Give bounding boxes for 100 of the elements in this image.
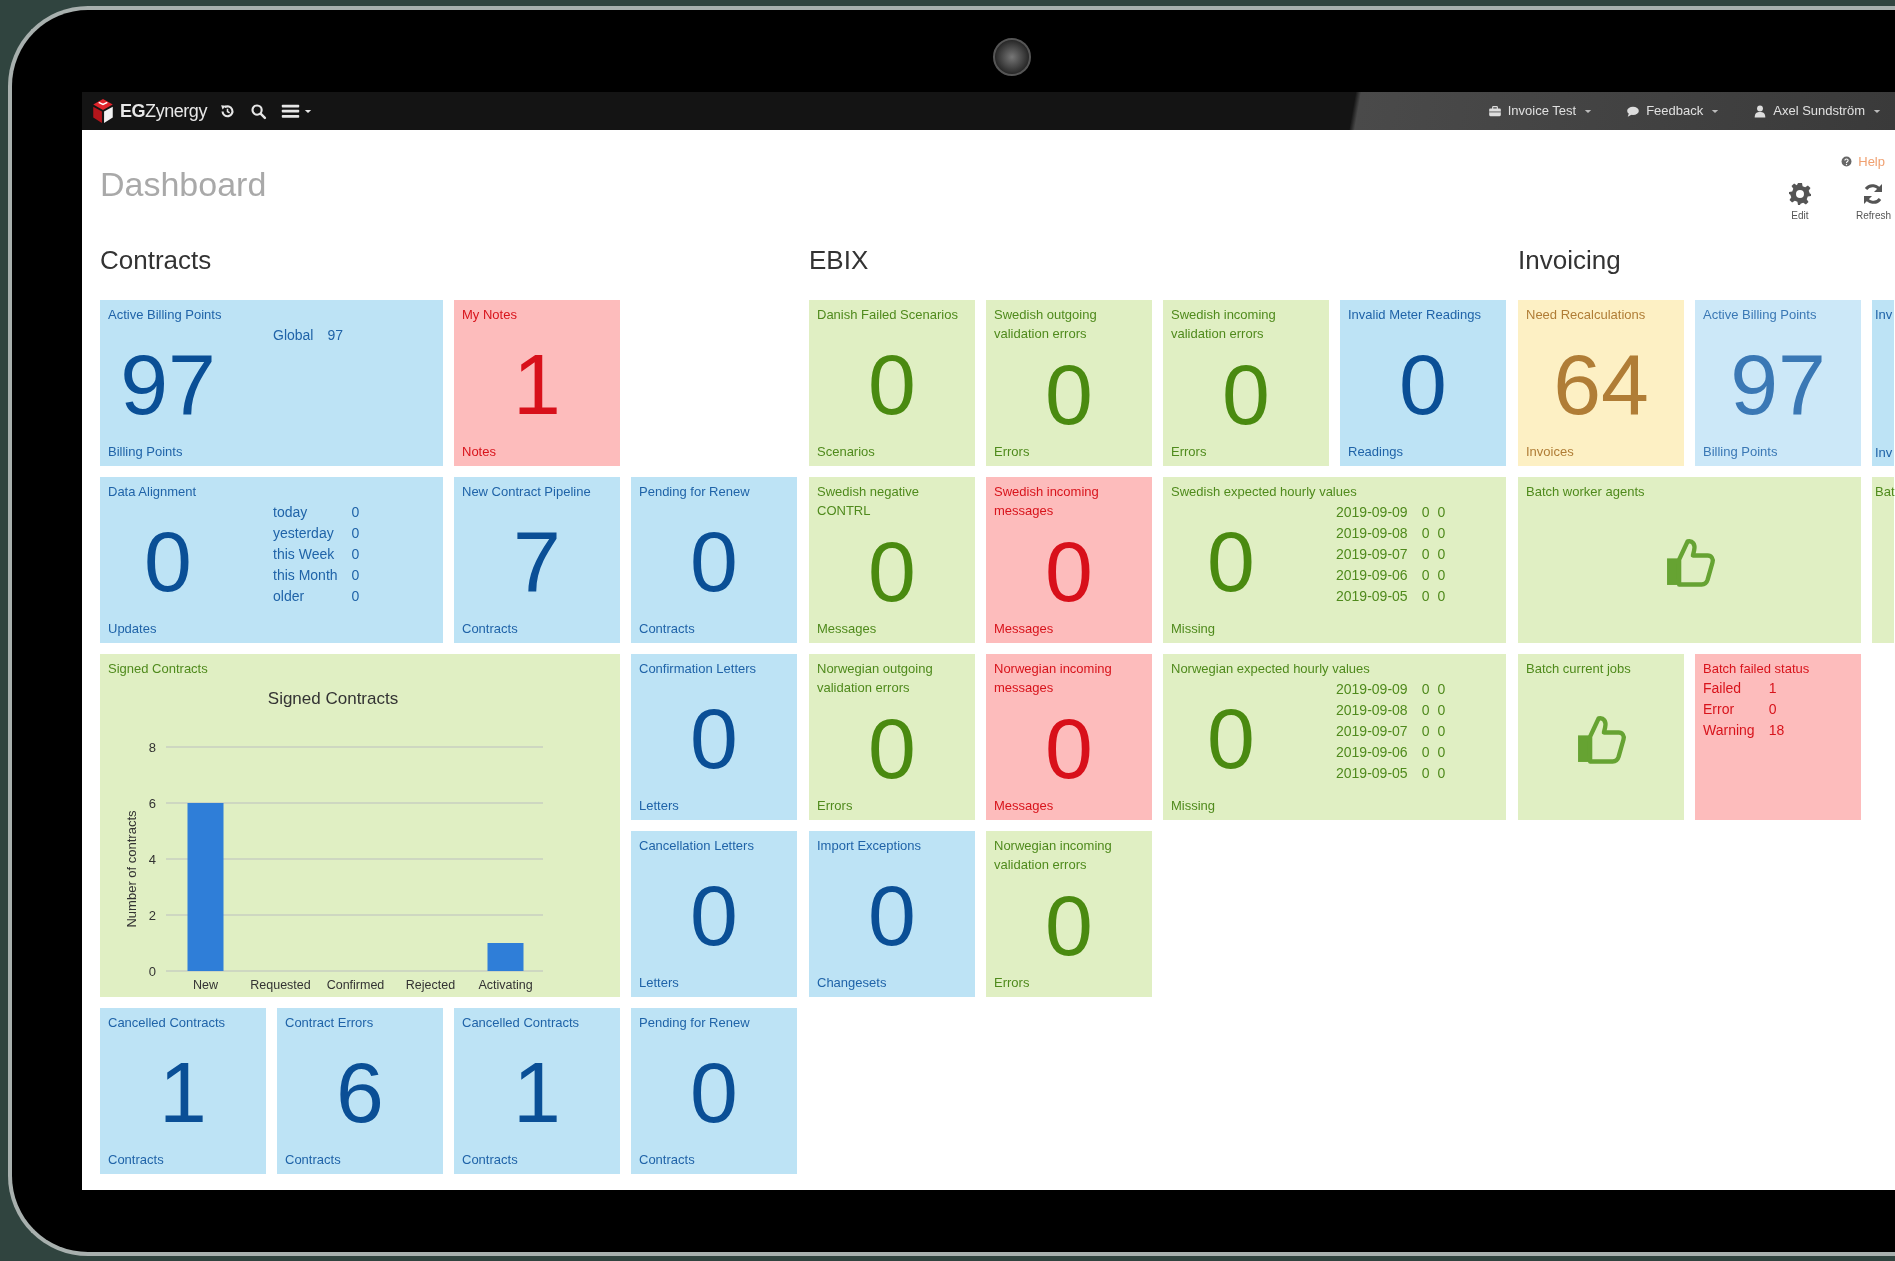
row-value: 0 <box>1437 545 1446 564</box>
axis-category-label: Confirmed <box>326 978 385 992</box>
row-value: 0 <box>1437 587 1446 606</box>
dashboard-tile[interactable]: Cancelled Contracts 1 Contracts <box>454 1008 620 1174</box>
tile-unit: Messages <box>994 798 1055 814</box>
tile-unit: Invoices <box>1526 444 1575 460</box>
dashboard-tile[interactable]: Swedish incoming messages 0 Messages <box>986 477 1152 643</box>
tile-value: 0 <box>690 1047 738 1137</box>
dashboard-tile[interactable]: Norwegian outgoing validation errors 0 Errors <box>809 654 975 820</box>
row-value: 0 <box>1437 764 1446 783</box>
axis-category-label: New <box>193 978 218 992</box>
brand-name[interactable]: EGZynergy <box>120 97 207 125</box>
refresh-button[interactable]: Refresh <box>1856 181 1891 223</box>
dashboard-tile[interactable]: New Contract Pipeline 7 Contracts <box>454 477 620 643</box>
tile-title: My Notes <box>462 306 518 324</box>
tile-value: 0 <box>690 870 738 960</box>
tile-value: 0 <box>1045 525 1093 616</box>
section-heading: EBIX <box>809 244 870 277</box>
tile-title: Swedish expected hourly values <box>1171 483 1358 501</box>
row-label: Warning <box>1703 721 1755 740</box>
dashboard-tile[interactable]: Cancellation Letters 0 Letters <box>631 831 797 997</box>
dashboard-tile[interactable]: Cancelled Contracts 1 Contracts <box>100 1008 266 1174</box>
user-icon <box>1753 104 1768 118</box>
row-value: 0 <box>1421 764 1430 783</box>
row-label: this Month <box>273 566 338 585</box>
dashboard-tile[interactable]: Active Billing Points 97 Billing Points <box>1695 300 1861 466</box>
tile-unit: Updates <box>108 621 158 637</box>
dashboard-tile[interactable]: Need Recalculations 64 Invoices <box>1518 300 1684 466</box>
dashboard-tile[interactable]: Inv Inv <box>1872 300 1894 466</box>
dashboard-tile[interactable]: Norwegian expected hourly values 0 2019-09-09 0 0 2019-09-08 0 0 2019-09-07 0 0 2019-09-06 0 0 2019-09-05 0 0 Missing <box>1163 654 1506 820</box>
dashboard-tile[interactable]: Bat <box>1872 477 1894 643</box>
dashboard-tile[interactable]: Batch failed status Failed 1 Error 0 Warning 18 <box>1695 654 1861 820</box>
row-label: this Week <box>273 545 336 564</box>
speech-bubble-icon <box>1626 104 1641 118</box>
dropdown-menu[interactable]: Axel Sundström <box>1753 101 1881 121</box>
tile-title: Danish Failed Scenarios <box>817 306 959 324</box>
row-value: 0 <box>1437 566 1446 585</box>
dashboard-tile[interactable]: Data Alignment 0 today 0 yesterday 0 this Week 0 this Month 0 older 0 Updates <box>100 477 443 643</box>
tile-value: 0 <box>1207 693 1255 783</box>
tile-value: 0 <box>690 516 738 606</box>
menu-icon <box>281 103 300 119</box>
row-value: 0 <box>1437 701 1446 720</box>
dashboard-tile[interactable]: Batch worker agents <box>1518 477 1861 643</box>
tile-value: 0 <box>868 870 916 960</box>
row-label: Error <box>1703 700 1736 719</box>
tile-title: Swedish incoming messages <box>994 483 1100 520</box>
tile-value: 0 <box>144 516 192 606</box>
dashboard-tile[interactable]: Swedish outgoing validation errors 0 Errors <box>986 300 1152 466</box>
dashboard-tile[interactable]: My Notes 1 Notes <box>454 300 620 466</box>
dashboard-tile[interactable]: Batch current jobs <box>1518 654 1684 820</box>
dashboard-tile[interactable]: Norwegian incoming messages 0 Messages <box>986 654 1152 820</box>
dashboard-tile[interactable]: Active Billing Points 97 Global 97 Billing Points <box>100 300 443 466</box>
row-value: 0 <box>1437 524 1446 543</box>
cube-logo[interactable] <box>90 98 116 124</box>
tile-title: Pending for Renew <box>639 483 751 501</box>
axis-title: Number of contracts <box>124 810 139 928</box>
row-label: older <box>273 587 306 606</box>
dashboard-tile[interactable]: Swedish incoming validation errors 0 Errors <box>1163 300 1329 466</box>
dashboard-tile[interactable]: Swedish negative CONTRL 0 Messages <box>809 477 975 643</box>
dashboard-tile[interactable]: Danish Failed Scenarios 0 Scenarios <box>809 300 975 466</box>
dropdown-menu[interactable]: Invoice Test <box>1487 101 1593 121</box>
row-label: Global <box>273 326 314 345</box>
tile-unit: Contracts <box>108 1152 165 1168</box>
dashboard-tile[interactable]: Confirmation Letters 0 Letters <box>631 654 797 820</box>
tile-value: 0 <box>868 339 916 429</box>
tile-title: Pending for Renew <box>639 1014 751 1032</box>
tile-unit: Messages <box>994 621 1055 637</box>
dashboard-tile[interactable]: Pending for Renew 0 Contracts <box>631 477 797 643</box>
row-value: 0 <box>1421 503 1430 522</box>
edit-button[interactable]: Edit <box>1788 181 1812 223</box>
tile-unit: Errors <box>994 444 1031 460</box>
dashboard-tile[interactable]: Norwegian incoming validation errors 0 Errors <box>986 831 1152 997</box>
tile-unit: Contracts <box>639 1152 696 1168</box>
caret-icon <box>1711 108 1720 114</box>
section-heading: Invoicing <box>1518 244 1622 277</box>
tile-value: 97 <box>1730 339 1826 429</box>
tile-value: 97 <box>120 339 216 429</box>
tile-value: 1 <box>513 339 561 429</box>
settings-icon <box>1788 181 1812 206</box>
dashboard-tile[interactable]: Pending for Renew 0 Contracts <box>631 1008 797 1174</box>
dashboard-tile[interactable]: Invalid Meter Readings 0 Readings <box>1340 300 1506 466</box>
tile-title: Invalid Meter Readings <box>1348 306 1482 324</box>
row-value: 97 <box>327 326 344 345</box>
dashboard-tile[interactable]: Import Exceptions 0 Changesets <box>809 831 975 997</box>
tile-title: Cancellation Letters <box>639 837 755 855</box>
row-label: 2019-09-05 <box>1336 587 1408 606</box>
dashboard-tile[interactable]: Swedish expected hourly values 0 2019-09-09 0 0 2019-09-08 0 0 2019-09-07 0 0 2019-09-06 0 0 2019-09-05 0 0 Missing <box>1163 477 1506 643</box>
row-value: 0 <box>351 503 360 522</box>
axis-tick-label: 6 <box>148 796 156 811</box>
dashboard-tile[interactable]: Contract Errors 6 Contracts <box>277 1008 443 1174</box>
dropdown-menu[interactable]: Feedback <box>1626 101 1720 121</box>
tile-title: Batch failed status <box>1703 660 1811 678</box>
row-value: 0 <box>351 587 360 606</box>
page-title: Dashboard <box>100 166 267 205</box>
tile-value: 7 <box>513 516 561 606</box>
tile-value: 0 <box>1045 348 1093 439</box>
tile-title: Norwegian incoming validation errors <box>994 837 1113 874</box>
row-value: 0 <box>351 566 360 585</box>
tile-unit: Notes <box>462 444 497 460</box>
row-value: 0 <box>1421 545 1430 564</box>
